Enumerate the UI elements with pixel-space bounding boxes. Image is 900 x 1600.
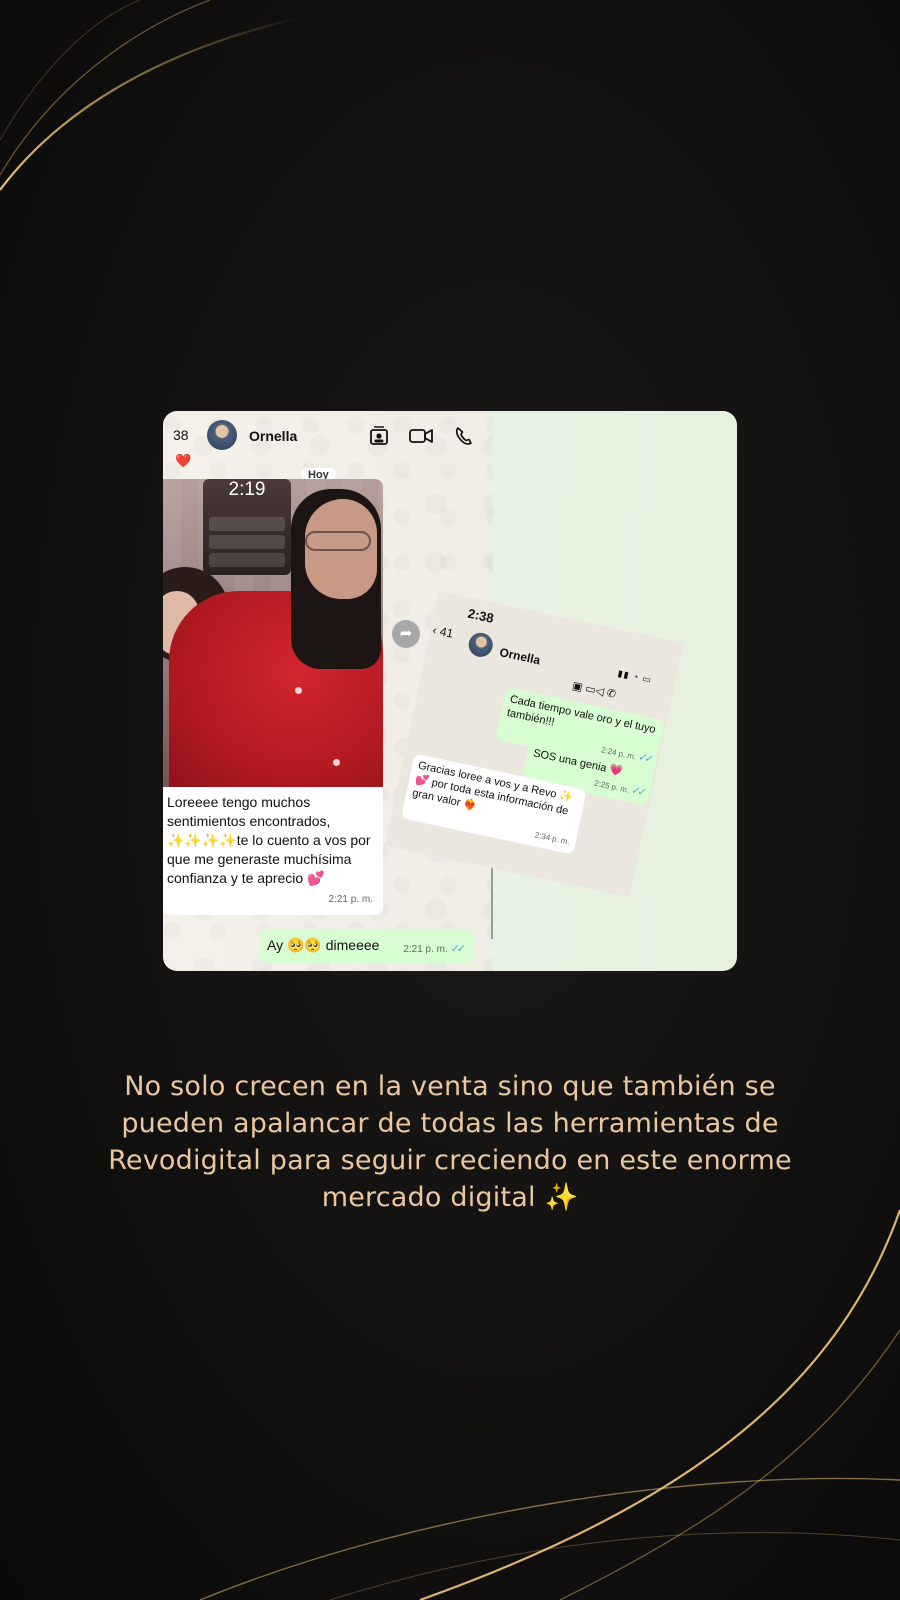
outgoing-message-bubble[interactable]: Ay 🥺🥺 dimeeee 2:21 p. m. ✓✓ bbox=[259, 929, 473, 963]
message-text: Loreeee tengo muchos sentimientos encont… bbox=[167, 794, 371, 886]
video-call-icon[interactable] bbox=[408, 425, 434, 447]
contact-name[interactable]: Ornella bbox=[498, 645, 541, 667]
incoming-message-bubble[interactable]: Loreeee tengo muchos sentimientos encont… bbox=[163, 787, 383, 915]
scrollbar[interactable] bbox=[491, 859, 493, 939]
message-time: 2:21 p. m. bbox=[403, 944, 448, 955]
phone-call-icon[interactable] bbox=[453, 425, 475, 447]
back-unread-count: 41 bbox=[438, 624, 455, 641]
overlay-chat-screenshot: 2:38 ‹ 41 Ornella ▮▮ ◔ ▭ ▣ ▭◁ ✆ Cada tie… bbox=[384, 591, 684, 898]
phone-notification bbox=[209, 517, 285, 531]
back-unread-count[interactable]: 38 bbox=[173, 427, 189, 443]
status-bar-time: 2:38 bbox=[466, 605, 496, 626]
contact-name[interactable]: Ornella bbox=[249, 428, 297, 444]
phone-notification bbox=[209, 553, 285, 567]
read-ticks-icon: ✓✓ bbox=[450, 943, 467, 955]
contact-avatar[interactable] bbox=[207, 420, 237, 450]
photo-message[interactable]: 2:19 bbox=[163, 479, 383, 787]
forward-icon[interactable]: ➦ bbox=[392, 620, 420, 648]
promo-caption: No solo crecen en la venta sino que tamb… bbox=[108, 1071, 792, 1213]
message-text: Ay 🥺🥺 dimeeee bbox=[267, 937, 380, 953]
message-reaction: ❤️ bbox=[175, 453, 192, 468]
chat-screenshot-card: 38 Ornella ❤️ Hoy 2:19 Loreeee tengo muc… bbox=[163, 411, 737, 971]
read-ticks-icon: ✓✓ bbox=[630, 784, 645, 799]
phone-notification bbox=[209, 535, 285, 549]
back-button[interactable]: ‹ 41 bbox=[431, 623, 454, 641]
call-icons-group[interactable]: ▣ ▭◁ ✆ bbox=[571, 679, 617, 701]
sweater-button bbox=[295, 687, 302, 694]
photo-phone-lockscreen: 2:19 bbox=[203, 479, 291, 575]
read-ticks-icon: ✓✓ bbox=[637, 751, 652, 766]
message-time: 2:21 p. m. bbox=[328, 894, 373, 905]
contact-avatar[interactable] bbox=[466, 630, 495, 660]
sweater-button bbox=[333, 759, 340, 766]
contact-card-icon[interactable] bbox=[368, 425, 390, 447]
signal-wifi-battery-icon: ▮▮ ◔ ▭ bbox=[616, 668, 654, 686]
message-time-text: 2:25 p. m. bbox=[593, 778, 630, 795]
message-time-with-ticks: 2:21 p. m. ✓✓ bbox=[403, 942, 467, 955]
phone-lockscreen-clock: 2:19 bbox=[228, 479, 266, 500]
photo-glasses bbox=[305, 531, 371, 551]
chat-header: 38 Ornella bbox=[163, 411, 493, 457]
